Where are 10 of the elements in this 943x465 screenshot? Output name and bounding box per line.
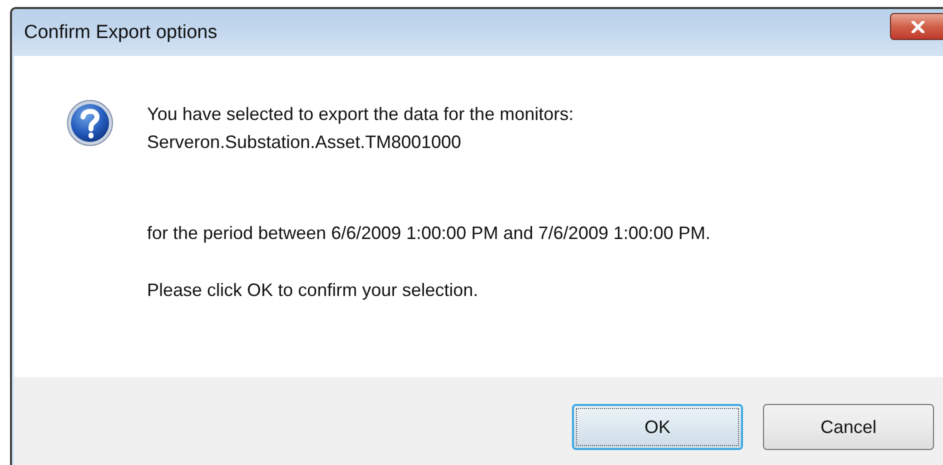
message-text: for the period between 6/6/2009 1:00:00 PM and 7/6/2009 1:00:00 PM. (147, 222, 710, 245)
close-icon (910, 20, 926, 32)
message-text: You have selected to export the data for the monitors: (147, 103, 575, 126)
message-text: Please click OK to confirm your selection. (147, 279, 480, 302)
dialog-button[interactable]: OK (572, 404, 743, 450)
close-button[interactable] (890, 13, 943, 40)
message-text: Serveron.Substation.Asset.TM8001000 (147, 131, 462, 154)
dialog-button[interactable]: Cancel (763, 404, 934, 450)
window-title: Confirm Export options (24, 22, 218, 44)
question-icon (66, 99, 114, 147)
